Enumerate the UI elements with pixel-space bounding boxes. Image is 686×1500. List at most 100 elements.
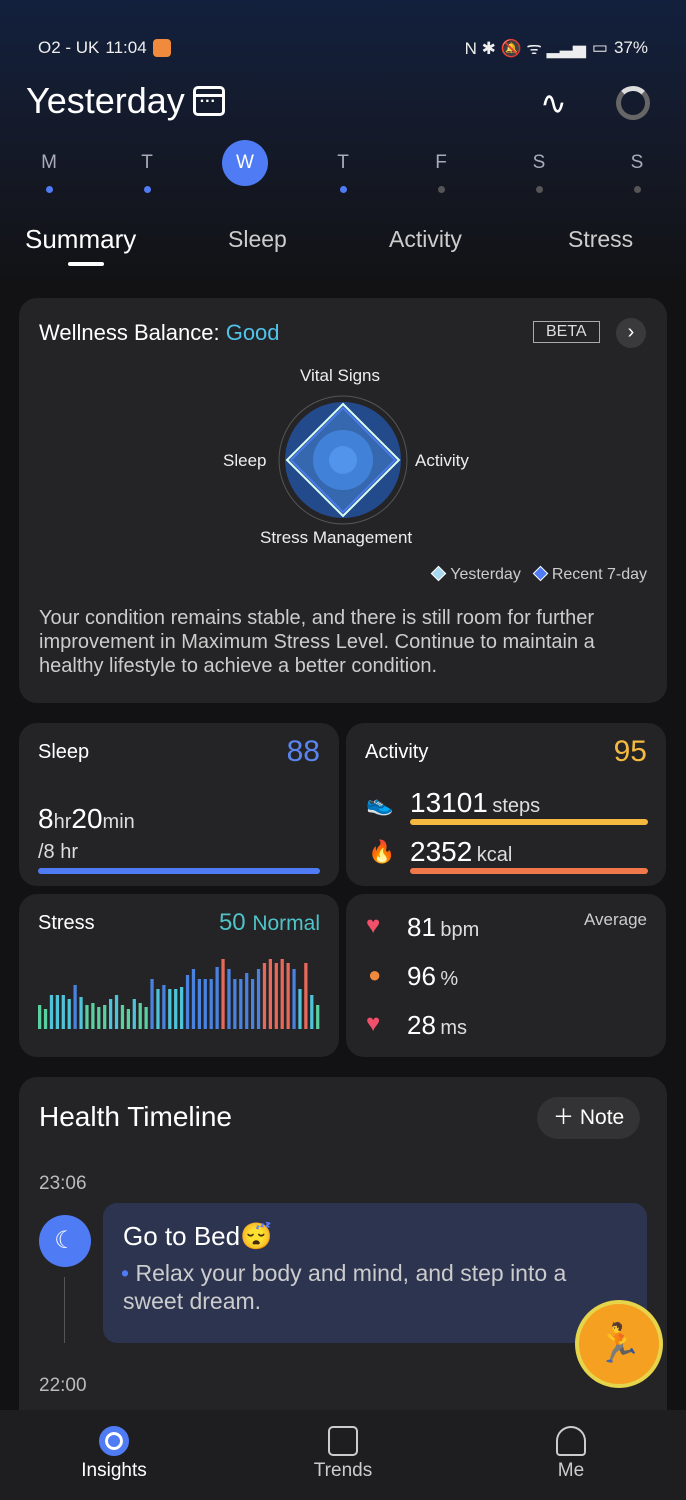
battery-icon: ▭ xyxy=(591,37,608,57)
day-4[interactable]: F xyxy=(418,140,464,193)
stress-bar xyxy=(280,959,284,1029)
chevron-right-icon[interactable]: › xyxy=(616,318,646,348)
stress-bar xyxy=(120,1005,125,1029)
sleep-progress-bar xyxy=(38,868,320,874)
stress-bar-chart xyxy=(38,959,320,1029)
stress-bar xyxy=(239,979,243,1029)
calories-progress-bar xyxy=(410,868,648,874)
stress-bar xyxy=(268,959,273,1029)
steps-progress-bar xyxy=(410,819,648,825)
day-0[interactable]: M xyxy=(26,140,72,193)
stress-bar xyxy=(197,979,202,1029)
activity-score: 95 xyxy=(613,735,647,768)
day-dot xyxy=(143,186,151,193)
day-letter: M xyxy=(41,152,57,173)
average-label: Average xyxy=(583,910,647,929)
radar-legend: Yesterday Recent 7-day xyxy=(430,565,647,584)
tab-sleep[interactable]: Sleep xyxy=(228,226,287,253)
stress-bar xyxy=(126,1009,131,1029)
activity-label: Activity xyxy=(365,741,429,763)
stress-bar xyxy=(144,1007,148,1029)
wellness-title: Wellness Balance: Good xyxy=(39,320,280,345)
axis-vital-signs: Vital Signs xyxy=(300,366,381,385)
stress-bar xyxy=(274,963,278,1029)
day-letter: S xyxy=(532,152,546,173)
stress-bar xyxy=(91,1003,95,1029)
day-6[interactable]: S xyxy=(614,140,660,193)
stress-bar xyxy=(67,999,71,1029)
hrv-heart-icon: ♥ xyxy=(366,1010,381,1037)
stress-bar xyxy=(292,969,296,1029)
stress-bar xyxy=(256,969,261,1029)
day-dot xyxy=(535,186,543,193)
stress-bar xyxy=(310,995,314,1029)
sleep-card[interactable]: Sleep 88 8hr20min /8 hr xyxy=(19,723,339,886)
wellness-balance-card[interactable]: Wellness Balance: Good BETA › Vital Sign… xyxy=(19,298,667,703)
flame-icon: 🔥 xyxy=(368,839,396,864)
day-1[interactable]: T xyxy=(124,140,170,193)
axis-activity: Activity xyxy=(415,451,469,470)
stress-bar xyxy=(85,1005,89,1029)
day-dot xyxy=(339,186,347,193)
stress-bar xyxy=(233,979,237,1029)
day-dot xyxy=(45,186,53,193)
stress-bar xyxy=(114,995,119,1029)
stress-bar xyxy=(43,1009,48,1029)
nfc-bluetooth-mute-wifi-signal-icons: N ✱ 🔕 ᯤ ▂▃▅ xyxy=(464,39,586,58)
add-note-button[interactable]: ＋ Note xyxy=(537,1097,641,1139)
stress-bar xyxy=(180,987,184,1029)
stress-bar xyxy=(203,979,207,1029)
steps-value: 13101 steps xyxy=(410,787,541,818)
stress-bar xyxy=(191,969,196,1029)
spo2-value: 96 % xyxy=(407,961,459,991)
stress-bar xyxy=(61,995,65,1029)
nav-me[interactable]: Me xyxy=(511,1426,631,1482)
tab-stress[interactable]: Stress xyxy=(568,226,633,253)
heart-rate-value: 81 bpm xyxy=(407,912,480,942)
stress-bar xyxy=(209,979,213,1029)
stress-card[interactable]: Stress 50 Normal xyxy=(19,894,339,1057)
stress-bar xyxy=(138,1003,142,1029)
sleep-score: 88 xyxy=(286,735,320,768)
pulse-icon[interactable]: ∿ xyxy=(540,84,567,122)
page-title[interactable]: Yesterday xyxy=(26,80,225,122)
nav-insights[interactable]: Insights xyxy=(54,1426,174,1482)
stress-bar xyxy=(298,989,302,1029)
app-notification-icon xyxy=(152,38,171,57)
tab-summary[interactable]: Summary xyxy=(25,224,136,266)
sleep-duration: 8hr20min xyxy=(38,803,135,834)
stress-bar xyxy=(97,1007,101,1029)
timeline-title: Health Timeline xyxy=(39,1101,232,1132)
stress-bar xyxy=(162,985,166,1029)
day-3[interactable]: T xyxy=(320,140,366,193)
stress-bar xyxy=(316,1005,320,1029)
workout-fab-button[interactable]: 🏃 xyxy=(575,1300,663,1388)
nav-trends[interactable]: Trends xyxy=(283,1426,403,1482)
day-dot xyxy=(633,186,641,193)
calories-value: 2352 kcal xyxy=(410,836,513,867)
day-2[interactable]: W xyxy=(222,140,268,186)
day-letter: T xyxy=(337,152,349,173)
insights-icon xyxy=(99,1426,129,1456)
beta-badge: BETA xyxy=(533,321,600,343)
clock: 11:04 xyxy=(105,37,147,57)
moon-icon: ☾ xyxy=(39,1215,91,1267)
vitals-card[interactable]: Average ♥ 81 bpm ● 96 % ♥ 28 ms xyxy=(346,894,666,1057)
calendar-icon[interactable] xyxy=(192,86,225,116)
event-title: Go to Bed😴 xyxy=(123,1221,273,1251)
day-letter: T xyxy=(141,152,153,173)
timeline-event[interactable]: Go to Bed😴 • Relax your body and mind, a… xyxy=(103,1203,647,1343)
stress-bar xyxy=(251,979,255,1029)
event-text: • Relax your body and mind, and step int… xyxy=(121,1260,567,1314)
carrier: O2 - UK xyxy=(38,37,100,57)
axis-stress-management: Stress Management xyxy=(260,528,413,547)
day-5[interactable]: S xyxy=(516,140,562,193)
stress-bar xyxy=(38,1005,42,1029)
stress-bar xyxy=(132,999,136,1029)
tab-activity[interactable]: Activity xyxy=(389,226,462,253)
sync-icon[interactable] xyxy=(616,86,650,120)
stress-bar xyxy=(227,969,231,1029)
title-text: Yesterday xyxy=(26,80,185,121)
activity-card[interactable]: Activity 95 👟 13101 steps 🔥 2352 kcal xyxy=(346,723,666,886)
axis-sleep: Sleep xyxy=(223,451,267,470)
